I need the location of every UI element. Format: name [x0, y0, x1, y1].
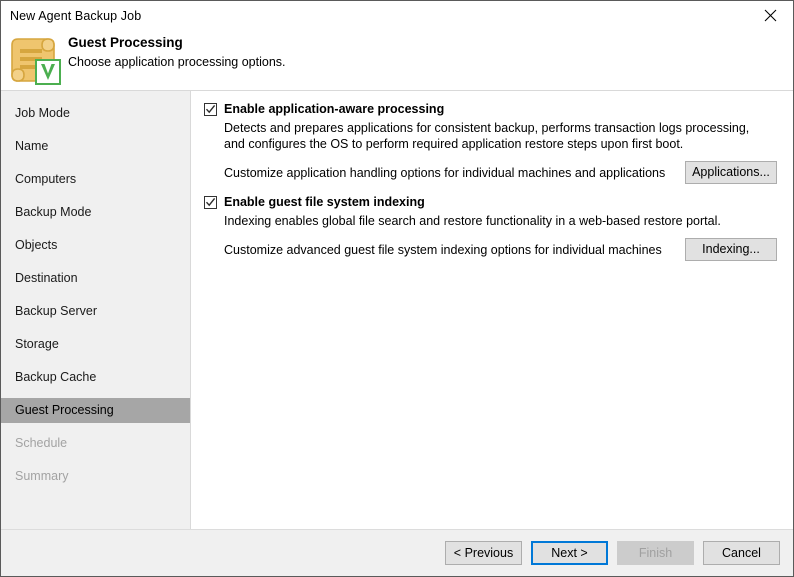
applications-button[interactable]: Applications...	[685, 161, 777, 184]
checkbox-enable-guest-file-system-indexing[interactable]	[204, 196, 217, 209]
sidebar-item-job-mode[interactable]: Job Mode	[1, 101, 190, 126]
option-application-aware-processing: Enable application-aware processing Dete…	[204, 101, 783, 184]
sidebar-item-guest-processing[interactable]: Guest Processing	[1, 398, 190, 423]
sidebar-item-computers[interactable]: Computers	[1, 167, 190, 192]
dialog-body: Job Mode Name Computers Backup Mode Obje…	[1, 91, 793, 529]
content-pane: Enable application-aware processing Dete…	[191, 91, 793, 529]
option-row-applications: Customize application handling options f…	[224, 161, 783, 184]
option-guest-file-system-indexing: Enable guest file system indexing Indexi…	[204, 194, 783, 261]
sidebar-item-summary: Summary	[1, 464, 190, 489]
sidebar-item-destination[interactable]: Destination	[1, 266, 190, 291]
sidebar-item-name[interactable]: Name	[1, 134, 190, 159]
sidebar-item-storage[interactable]: Storage	[1, 332, 190, 357]
page-title: Guest Processing	[68, 34, 286, 52]
cancel-button[interactable]: Cancel	[703, 541, 780, 565]
previous-button[interactable]: < Previous	[445, 541, 522, 565]
finish-button: Finish	[617, 541, 694, 565]
sidebar-item-backup-cache[interactable]: Backup Cache	[1, 365, 190, 390]
indexing-button[interactable]: Indexing...	[685, 238, 777, 261]
option-description-guest-file-system-indexing: Indexing enables global file search and …	[224, 213, 764, 229]
option-description-application-aware-processing: Detects and prepares applications for co…	[224, 120, 764, 152]
sidebar-item-schedule: Schedule	[1, 431, 190, 456]
option-row-text-applications: Customize application handling options f…	[224, 165, 665, 181]
page-subtitle: Choose application processing options.	[68, 53, 286, 71]
option-row-indexing: Customize advanced guest file system ind…	[224, 238, 783, 261]
title-bar: New Agent Backup Job	[1, 1, 793, 31]
window-title: New Agent Backup Job	[10, 1, 141, 31]
option-row-text-indexing: Customize advanced guest file system ind…	[224, 242, 662, 258]
next-button[interactable]: Next >	[531, 541, 608, 565]
checkbox-enable-application-aware-processing[interactable]	[204, 103, 217, 116]
option-label-application-aware-processing: Enable application-aware processing	[224, 101, 444, 118]
dialog-footer: < Previous Next > Finish Cancel	[1, 529, 793, 576]
wizard-steps-sidebar: Job Mode Name Computers Backup Mode Obje…	[1, 91, 191, 529]
dialog-window: New Agent Backup Job	[0, 0, 794, 577]
option-header: Enable guest file system indexing	[204, 194, 783, 211]
sidebar-item-backup-server[interactable]: Backup Server	[1, 299, 190, 324]
dialog-header: Guest Processing Choose application proc…	[1, 31, 793, 91]
sidebar-item-backup-mode[interactable]: Backup Mode	[1, 200, 190, 225]
sidebar-item-objects[interactable]: Objects	[1, 233, 190, 258]
scroll-document-veeam-icon	[10, 33, 66, 87]
header-text-group: Guest Processing Choose application proc…	[68, 34, 286, 71]
option-label-guest-file-system-indexing: Enable guest file system indexing	[224, 194, 425, 211]
option-header: Enable application-aware processing	[204, 101, 783, 118]
close-icon[interactable]	[748, 1, 793, 30]
